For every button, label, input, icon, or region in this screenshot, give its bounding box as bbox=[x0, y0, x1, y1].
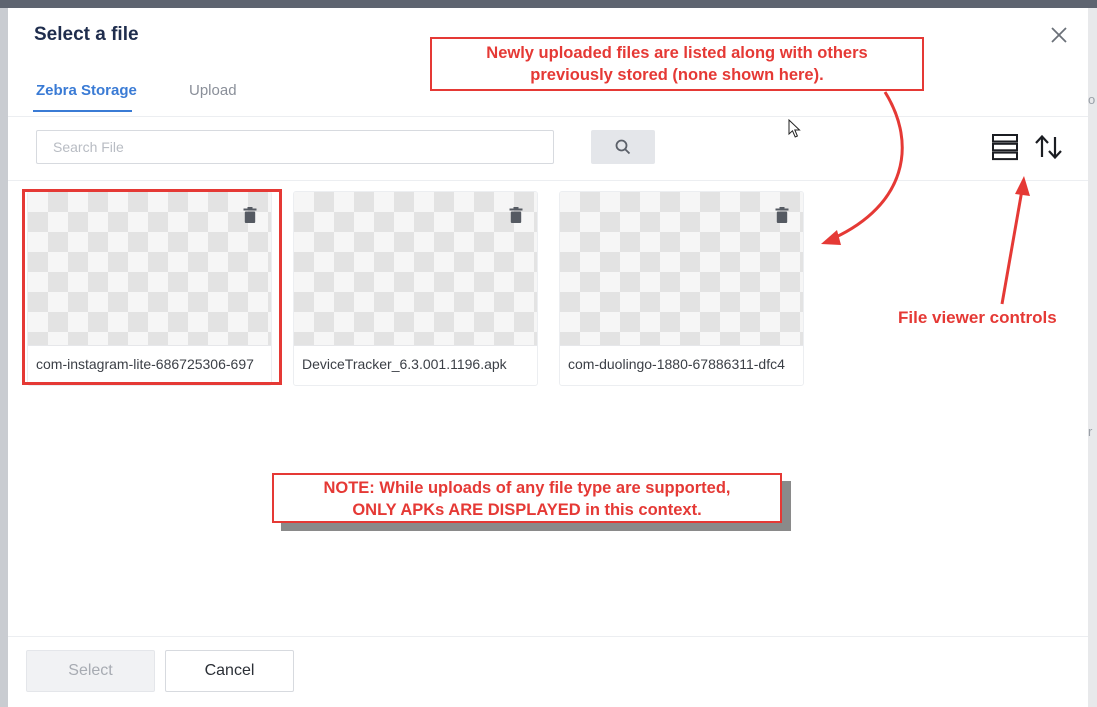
delete-button[interactable] bbox=[243, 207, 257, 228]
backdrop-strip bbox=[0, 0, 1097, 8]
callout-line: Newly uploaded files are listed along wi… bbox=[486, 44, 868, 62]
mouse-cursor-icon bbox=[788, 119, 801, 138]
sort-icon bbox=[1035, 134, 1062, 160]
close-button[interactable] bbox=[1048, 24, 1070, 46]
backdrop-edge: o r bbox=[1088, 8, 1097, 707]
search-input[interactable] bbox=[36, 130, 554, 164]
callout-line: previously stored (none shown here). bbox=[530, 66, 824, 84]
list-view-button[interactable] bbox=[991, 133, 1019, 166]
list-view-icon bbox=[992, 134, 1018, 161]
file-thumbnail bbox=[560, 192, 803, 346]
tab-zebra-storage[interactable]: Zebra Storage bbox=[33, 82, 137, 112]
file-name: com-duolingo-1880-67886311-dfc4 bbox=[568, 356, 785, 372]
tab-label: Upload bbox=[189, 82, 237, 99]
cancel-button[interactable]: Cancel bbox=[165, 650, 294, 692]
active-tab-indicator bbox=[33, 110, 132, 112]
file-card[interactable]: com-duolingo-1880-67886311-dfc4 bbox=[559, 191, 804, 386]
file-name: com-instagram-lite-686725306-697 bbox=[36, 356, 254, 372]
backdrop-glyph: o bbox=[1088, 92, 1096, 107]
select-file-dialog: Select a file Zebra Storage Upload Searc… bbox=[8, 8, 1088, 707]
tab-label: Zebra Storage bbox=[36, 82, 137, 99]
select-button[interactable]: Select bbox=[26, 650, 155, 692]
delete-button[interactable] bbox=[509, 207, 523, 228]
file-name: DeviceTracker_6.3.001.1196.apk bbox=[302, 356, 507, 372]
trash-icon bbox=[509, 207, 523, 223]
dialog-title: Select a file bbox=[34, 24, 139, 45]
dialog-footer: Select Cancel bbox=[8, 636, 1088, 707]
tab-upload[interactable]: Upload bbox=[189, 82, 237, 99]
sort-button[interactable] bbox=[1034, 134, 1064, 165]
callout-line: NOTE: While uploads of any file type are… bbox=[323, 479, 731, 497]
file-card[interactable]: DeviceTracker_6.3.001.1196.apk bbox=[293, 191, 538, 386]
toolbar-divider bbox=[8, 180, 1088, 181]
search-icon bbox=[615, 139, 631, 155]
file-thumbnail bbox=[28, 192, 271, 346]
close-icon bbox=[1051, 27, 1067, 43]
apk-note-callout: NOTE: While uploads of any file type are… bbox=[272, 473, 782, 523]
search-button[interactable] bbox=[591, 130, 655, 164]
file-viewer-controls-label: File viewer controls bbox=[898, 308, 1057, 327]
callout-line: ONLY APKs ARE DISPLAYED in this context. bbox=[352, 501, 702, 519]
trash-icon bbox=[243, 207, 257, 223]
delete-button[interactable] bbox=[775, 207, 789, 228]
uploaded-files-callout: Newly uploaded files are listed along wi… bbox=[430, 37, 924, 91]
file-card[interactable]: com-instagram-lite-686725306-697 bbox=[27, 191, 272, 386]
backdrop-glyph: r bbox=[1088, 424, 1093, 439]
trash-icon bbox=[775, 207, 789, 223]
file-thumbnail bbox=[294, 192, 537, 346]
